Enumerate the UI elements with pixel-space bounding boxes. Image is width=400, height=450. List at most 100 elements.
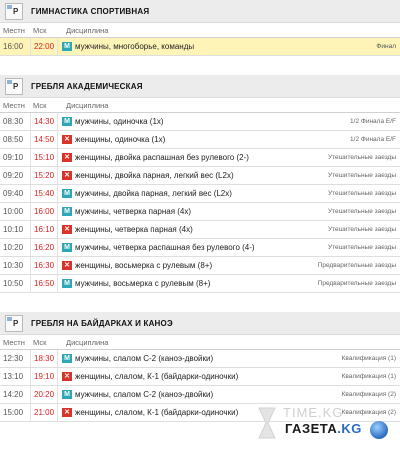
male-gender-icon: М (62, 189, 72, 198)
event-row[interactable]: 13:10 19:10 ✕ женщины, слалом, К-1 (байдарк… (0, 368, 400, 386)
female-gender-icon: ✕ (62, 372, 72, 381)
discipline-link[interactable]: мужчины, слалом С-2 (каноэ-двойки) (75, 390, 213, 399)
female-gender-icon: ✕ (62, 135, 72, 144)
moscow-time: 15:20 (30, 167, 58, 184)
event-row[interactable]: 16:00 22:00 Ммужчины, многоборье, команды Ф… (0, 38, 400, 56)
female-gender-icon: ✕ (62, 171, 72, 180)
moscow-time: 15:10 (30, 149, 58, 166)
column-moscow-time: Мск (33, 25, 47, 35)
event-stage: Утешительные заезды (327, 208, 396, 215)
event-stage: Утешительные заезды (327, 154, 396, 161)
section-title: ГРЕБЛЯ НА БАЙДАРКАХ И КАНОЭ (31, 318, 173, 328)
column-discipline: Дисциплина (66, 100, 109, 110)
moscow-time: 16:20 (30, 239, 58, 256)
olympic-schedule: P ГИМНАСТИКА СПОРТИВНАЯ Местн Мск Дисциплина… (0, 0, 400, 422)
section-title: ГИМНАСТИКА СПОРТИВНАЯ (31, 6, 150, 16)
column-discipline: Дисциплина (66, 25, 109, 35)
discipline-link[interactable]: мужчины, слалом С-2 (каноэ-двойки) (75, 354, 213, 363)
column-header-row: Местн Мск Дисциплина (0, 23, 400, 38)
image-placeholder-icon: P (5, 77, 23, 95)
discipline-link[interactable]: женщины, четверка парная (4х) (75, 225, 193, 234)
male-gender-icon: М (62, 354, 72, 363)
moscow-time: 15:40 (30, 185, 58, 202)
column-moscow-time: Мск (33, 100, 47, 110)
event-stage: Предварительные заезды (317, 280, 396, 287)
event-row[interactable]: 10:20 16:20 Ммужчины, четверка распашная б… (0, 239, 400, 257)
image-placeholder-letter: P (13, 6, 19, 16)
moscow-time: 16:50 (30, 275, 58, 292)
image-placeholder-letter: P (13, 81, 19, 91)
discipline-link[interactable]: женщины, слалом, К-1 (байдарки-одиночки) (75, 372, 238, 381)
event-stage: Утешительные заезды (327, 244, 396, 251)
discipline-link[interactable]: мужчины, двойка парная, легкий вес (L2x) (75, 189, 232, 198)
moscow-time: 19:10 (30, 368, 58, 385)
image-placeholder-corner (7, 316, 12, 321)
event-row[interactable]: 10:30 16:30 ✕ женщины, восьмерка с рулевым … (0, 257, 400, 275)
local-time: 16:00 (3, 42, 24, 51)
event-stage: Утешительные заезды (327, 226, 396, 233)
image-placeholder-icon: P (5, 314, 23, 332)
discipline-link[interactable]: женщины, одиночка (1х) (75, 135, 165, 144)
local-time: 10:50 (3, 279, 24, 288)
female-gender-icon: ✕ (62, 261, 72, 270)
moscow-time: 18:30 (30, 350, 58, 367)
image-placeholder-icon: P (5, 2, 23, 20)
event-stage: 1/2 Финала E/F (350, 118, 396, 125)
local-time: 10:10 (3, 225, 24, 234)
discipline-link[interactable]: мужчины, четверка распашная без рулевого… (75, 243, 255, 252)
discipline-link[interactable]: женщины, двойка парная, легкий вес (L2x) (75, 171, 234, 180)
image-placeholder-corner (7, 79, 12, 84)
local-time: 13:10 (3, 372, 24, 381)
moscow-time: 16:30 (30, 257, 58, 274)
discipline-link[interactable]: женщины, слалом, К-1 (байдарки-одиночки) (75, 408, 238, 417)
event-stage: Квалификация (2) (341, 391, 396, 398)
discipline-link[interactable]: мужчины, многоборье, команды (75, 42, 194, 51)
female-gender-icon: ✕ (62, 153, 72, 162)
section-header: P ГРЕБЛЯ АКАДЕМИЧЕСКАЯ (0, 75, 400, 98)
discipline-link[interactable]: женщины, восьмерка с рулевым (8+) (75, 261, 212, 270)
moscow-time: 14:30 (30, 113, 58, 130)
local-time: 09:20 (3, 171, 24, 180)
discipline-link[interactable]: мужчины, четверка парная (4х) (75, 207, 191, 216)
male-gender-icon: М (62, 42, 72, 51)
local-time: 10:00 (3, 207, 24, 216)
hourglass-logo-icon (256, 406, 278, 440)
column-header-row: Местн Мск Дисциплина (0, 98, 400, 113)
moscow-time: 21:00 (30, 404, 58, 421)
male-gender-icon: М (62, 207, 72, 216)
column-moscow-time: Мск (33, 337, 47, 347)
local-time: 15:00 (3, 408, 24, 417)
event-row[interactable]: 10:00 16:00 Ммужчины, четверка парная (4х)… (0, 203, 400, 221)
column-local-time: Местн (3, 337, 25, 347)
moscow-time: 14:50 (30, 131, 58, 148)
female-gender-icon: ✕ (62, 225, 72, 234)
event-stage: Квалификация (1) (341, 373, 396, 380)
event-row[interactable]: 10:10 16:10 ✕ женщины, четверка парная (4х)… (0, 221, 400, 239)
discipline-link[interactable]: мужчины, восьмерка с рулевым (8+) (75, 279, 210, 288)
local-time: 08:50 (3, 135, 24, 144)
event-row[interactable]: 09:10 15:10 ✕ женщины, двойка распашная без… (0, 149, 400, 167)
event-stage: Квалификация (1) (341, 355, 396, 362)
watermark-site-text: TIME.KG (283, 405, 344, 420)
section-header: P ГРЕБЛЯ НА БАЙДАРКАХ И КАНОЭ (0, 312, 400, 335)
moscow-time: 16:10 (30, 221, 58, 238)
local-time: 09:40 (3, 189, 24, 198)
local-time: 08:30 (3, 117, 24, 126)
event-row[interactable]: 09:40 15:40 Ммужчины, двойка парная, легки… (0, 185, 400, 203)
event-row[interactable]: 10:50 16:50 Ммужчины, восьмерка с рулевым … (0, 275, 400, 293)
column-local-time: Местн (3, 100, 25, 110)
discipline-link[interactable]: женщины, двойка распашная без рулевого (… (75, 153, 249, 162)
image-placeholder-corner (7, 4, 12, 9)
discipline-link[interactable]: мужчины, одиночка (1х) (75, 117, 164, 126)
event-stage: Финал (376, 43, 396, 50)
event-row[interactable]: 12:30 18:30 Ммужчины, слалом С-2 (каноэ-дв… (0, 350, 400, 368)
column-discipline: Дисциплина (66, 337, 109, 347)
gazeta-kg-logo: ГАЗЕТА.KG (285, 421, 362, 436)
event-row[interactable]: 14:20 20:20 Ммужчины, слалом С-2 (каноэ-дв… (0, 386, 400, 404)
event-row[interactable]: 09:20 15:20 ✕ женщины, двойка парная, легки… (0, 167, 400, 185)
event-row[interactable]: 08:50 14:50 ✕ женщины, одиночка (1х) 1/2 Фин… (0, 131, 400, 149)
event-row[interactable]: 08:30 14:30 Ммужчины, одиночка (1х) 1/2 Фин… (0, 113, 400, 131)
moscow-time: 16:00 (30, 203, 58, 220)
